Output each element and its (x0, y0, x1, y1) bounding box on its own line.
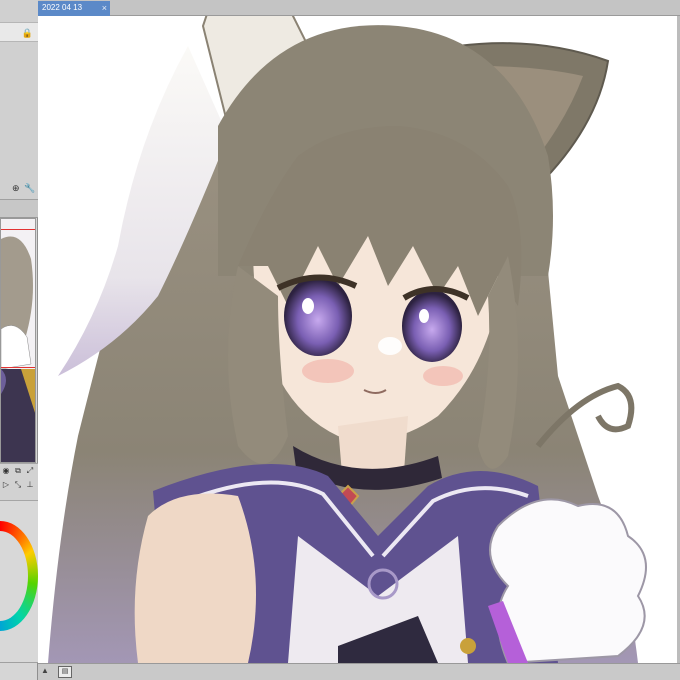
left-panel-column: 🔒 ⊕ 🔧 ◉ ⧉ ⤢ ▷ ⤡ ⊥ (0, 0, 38, 680)
right-eye (402, 290, 462, 362)
right-blush (423, 366, 463, 386)
navigator-preview[interactable] (0, 218, 36, 463)
navigator-frame-top (1, 229, 35, 230)
navigator-tools: ◉ ⧉ ⤢ ▷ ⤡ ⊥ (0, 463, 38, 501)
artwork (48, 16, 647, 663)
paint-app-window: 🔒 ⊕ 🔧 ◉ ⧉ ⤢ ▷ ⤡ ⊥ 2022 04 13 × ▲ ▤ (0, 0, 680, 680)
right-eye-highlight (419, 309, 429, 323)
reset-icon[interactable]: ⊥ (25, 480, 35, 489)
panel-separator (0, 200, 38, 218)
color-wheel-panel (0, 501, 38, 663)
flip-icon[interactable]: ⤡ (13, 480, 23, 490)
document-tab-title: 2022 04 13 (42, 3, 83, 12)
document-tab-bar: 2022 04 13 × (38, 0, 680, 16)
layer-icon[interactable]: ▤ (58, 666, 72, 678)
color-wheel[interactable] (0, 521, 38, 631)
left-shoulder (134, 493, 256, 663)
close-icon[interactable]: × (102, 1, 107, 15)
left-eye-highlight (302, 298, 314, 314)
lock-icon[interactable]: 🔒 (22, 28, 33, 39)
status-bar: ▲ ▤ (38, 663, 680, 680)
navigator-frame-bottom (1, 367, 35, 368)
left-blush (302, 359, 354, 383)
fit-view-icon[interactable]: ⤢ (25, 466, 35, 476)
sub-tool-panel: 🔒 ⊕ 🔧 (0, 0, 38, 200)
rotate-icon[interactable]: ◉ (1, 466, 11, 475)
play-icon[interactable]: ▷ (1, 480, 11, 489)
drawing-canvas[interactable] (38, 16, 680, 663)
wrench-icon[interactable]: 🔧 (24, 183, 35, 194)
copy-view-icon[interactable]: ⧉ (13, 466, 23, 476)
settings-circle-icon[interactable]: ⊕ (12, 183, 20, 194)
arrow-up-icon[interactable]: ▲ (41, 666, 49, 675)
document-tab[interactable]: 2022 04 13 × (38, 1, 110, 16)
gold-button (460, 638, 476, 654)
left-eye (284, 276, 352, 356)
panel-header: 🔒 (0, 22, 38, 42)
nose-highlight (378, 337, 402, 355)
navigator-thumbnail (1, 219, 35, 462)
